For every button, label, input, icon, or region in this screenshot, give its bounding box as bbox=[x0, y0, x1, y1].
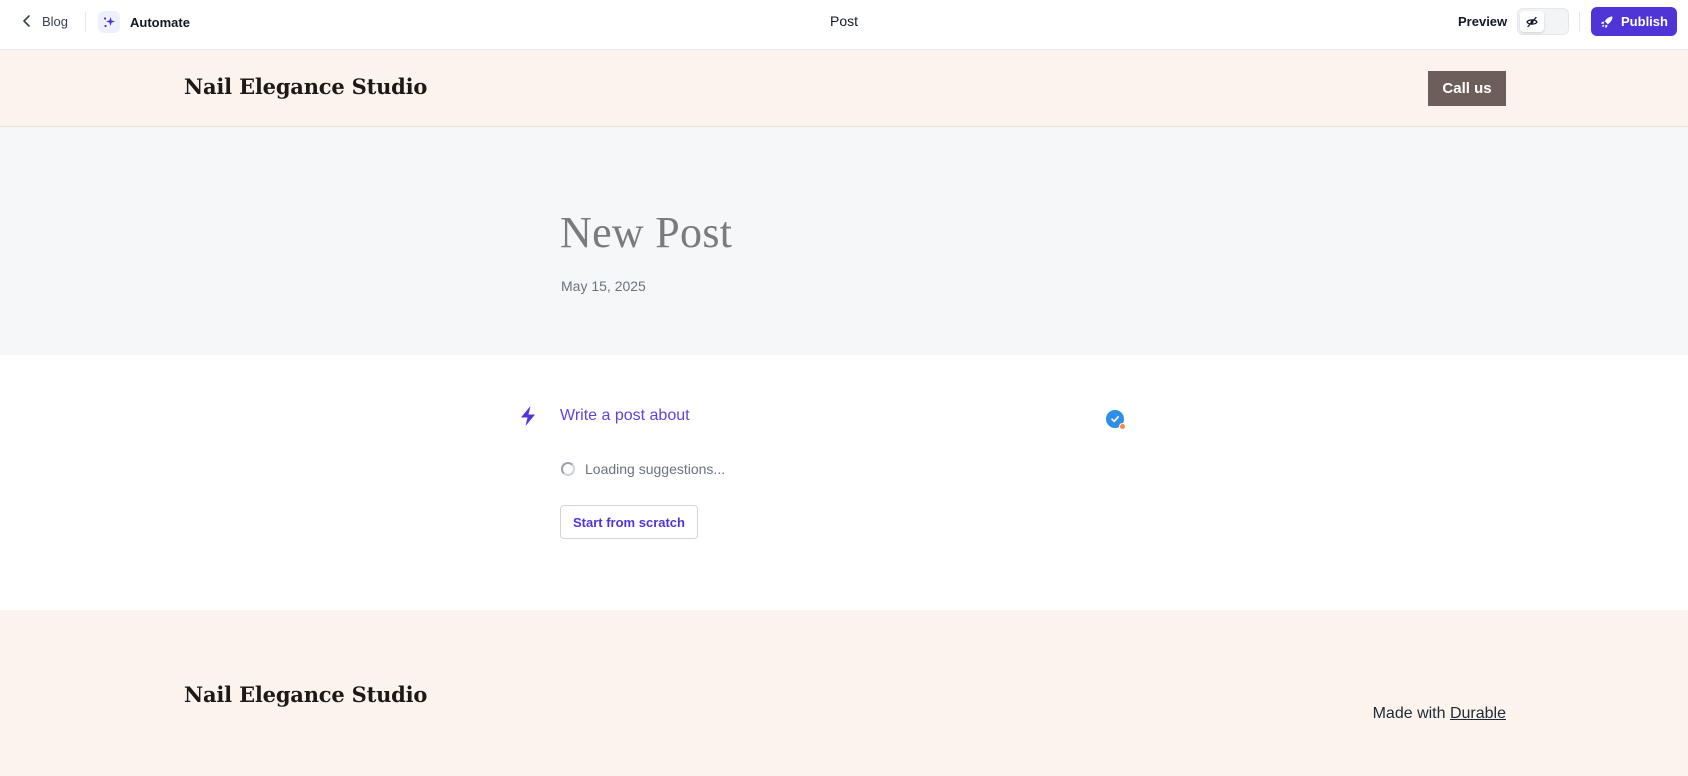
automate-button[interactable]: Automate bbox=[98, 10, 190, 34]
post-prompt-input[interactable] bbox=[560, 403, 1100, 429]
site-logo[interactable]: Nail Elegance Studio bbox=[184, 74, 427, 99]
page-name: Post bbox=[829, 13, 858, 29]
toolbar-divider bbox=[1579, 12, 1580, 32]
post-title[interactable]: New Post bbox=[560, 207, 732, 258]
preview-label[interactable]: Preview bbox=[1458, 14, 1507, 29]
post-hero: New Post May 15, 2025 bbox=[0, 127, 1688, 355]
call-us-button[interactable]: Call us bbox=[1428, 71, 1506, 106]
loading-suggestions: Loading suggestions... bbox=[561, 461, 725, 477]
eye-off-icon bbox=[1526, 16, 1538, 27]
grammar-status-dot bbox=[1119, 423, 1126, 430]
check-badge-icon bbox=[1111, 416, 1119, 423]
editor-topbar: Blog Automate Post Preview Publish bbox=[0, 0, 1688, 50]
publish-button[interactable]: Publish bbox=[1591, 7, 1677, 36]
automate-label: Automate bbox=[130, 14, 190, 30]
made-with-credit: Made with Durable bbox=[1373, 705, 1506, 723]
automate-icon-container bbox=[98, 11, 120, 33]
lightning-bolt-icon bbox=[521, 406, 535, 426]
loading-label: Loading suggestions... bbox=[585, 461, 726, 477]
toolbar-divider bbox=[85, 12, 86, 32]
footer-logo[interactable]: Nail Elegance Studio bbox=[184, 682, 427, 707]
durable-link[interactable]: Durable bbox=[1450, 705, 1506, 722]
post-composer: Loading suggestions... Start from scratc… bbox=[0, 355, 1688, 610]
back-to-blog-button[interactable]: Blog bbox=[20, 10, 68, 32]
publish-label: Publish bbox=[1621, 14, 1668, 29]
made-with-prefix: Made with bbox=[1372, 705, 1446, 722]
site-footer: Nail Elegance Studio Made with Durable bbox=[0, 610, 1688, 776]
sparkle-icon bbox=[103, 17, 115, 28]
back-button-label: Blog bbox=[42, 13, 69, 29]
grammar-check-badge[interactable] bbox=[1106, 410, 1126, 430]
site-header: Nail Elegance Studio Call us bbox=[0, 50, 1688, 127]
rocket-icon bbox=[1601, 16, 1613, 28]
spinner-icon bbox=[561, 462, 575, 476]
start-from-scratch-button[interactable]: Start from scratch bbox=[560, 505, 698, 539]
post-date: May 15, 2025 bbox=[561, 278, 646, 294]
preview-toggle-knob bbox=[1520, 11, 1544, 32]
chevron-left-icon bbox=[23, 15, 30, 27]
preview-toggle[interactable] bbox=[1517, 8, 1569, 35]
